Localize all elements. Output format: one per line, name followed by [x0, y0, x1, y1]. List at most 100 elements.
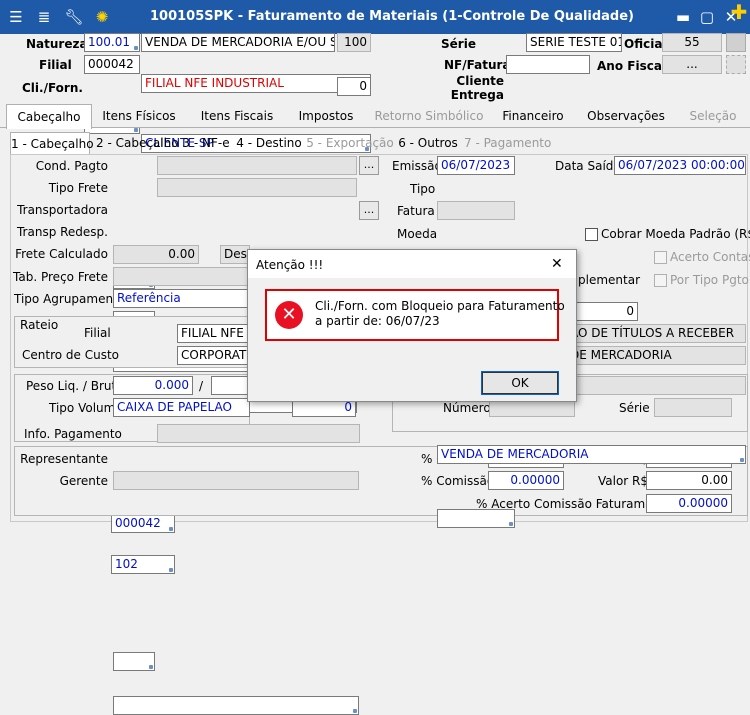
- tipo-agrupamento-field[interactable]: Referência: [113, 289, 250, 308]
- ok-button[interactable]: OK: [481, 371, 559, 395]
- data-saida-label: Data Saída: [555, 159, 621, 173]
- natureza-code-field[interactable]: 100.01: [84, 33, 140, 52]
- message-box: ✕ Cli./Forn. com Bloqueio para Faturamen…: [265, 289, 565, 341]
- por-tipo-pgto-label: Por Tipo Pgto: [670, 273, 749, 287]
- menu-icon[interactable]: ☰: [6, 7, 26, 27]
- traffic-light-icon[interactable]: ≣: [34, 7, 54, 27]
- serie-desc-field: SERIE TESTE 01.1: [526, 33, 622, 52]
- filial-code-field[interactable]: 000042: [84, 55, 140, 74]
- tab-retorno-simbolico: Retorno Simbólico: [374, 109, 484, 123]
- frete-dest-field: Desti: [220, 245, 250, 264]
- serie2-field: [654, 398, 732, 417]
- acerto-comissao-field[interactable]: 0.00000: [646, 494, 732, 513]
- tab-financeiro[interactable]: Financeiro: [494, 104, 572, 128]
- gerente-field: [113, 471, 359, 490]
- oficial-button[interactable]: [726, 33, 746, 52]
- restore-icon[interactable]: ▢: [697, 7, 717, 27]
- dialog-message-line1: Cli./Forn. com Bloqueio para Faturamento: [315, 299, 565, 313]
- valor-label-2: Valor R$: [598, 474, 649, 488]
- complementar-label: plementar: [578, 273, 641, 287]
- tab-itens-fisicos[interactable]: Itens Físicos: [96, 104, 182, 128]
- cliforn-label: Cli./Forn.: [22, 81, 83, 95]
- subtab-3-nfe[interactable]: 3 - NF-e: [180, 132, 232, 154]
- frete-calculado-field: 0.00: [113, 245, 199, 264]
- cliforn-num-field: 0: [337, 77, 371, 96]
- tipo-agrupamento-label: Tipo Agrupamento: [14, 292, 126, 306]
- tipo-frete-label: Tipo Frete: [48, 181, 108, 195]
- emissao-label: Emissão: [392, 159, 442, 173]
- oficial-label: Oficial: [624, 37, 667, 51]
- centro-custo-code-field[interactable]: 102: [111, 555, 175, 574]
- subtab-1-cabecalho[interactable]: 1 - Cabeçalho: [10, 132, 94, 155]
- rateio-filial-desc-field: FILIAL NFE IN: [177, 324, 249, 343]
- transportadora-ellipsis-button[interactable]: ...: [359, 201, 379, 220]
- clienteentrega-label-line1: Cliente: [456, 74, 504, 88]
- clienteentrega-label-line2: Entrega: [450, 88, 504, 102]
- transportadora-label: Transportadora: [17, 203, 108, 217]
- valor-field-2[interactable]: 0.00: [646, 471, 732, 490]
- dialog-message-line2: a partir de: 06/07/23: [315, 314, 440, 328]
- moeda-field[interactable]: [437, 509, 515, 528]
- info-pagamento-field[interactable]: [113, 652, 155, 671]
- tab-preco-frete-label: Tab. Preço Frete: [13, 270, 108, 284]
- emissao-field[interactable]: 06/07/2023: [437, 156, 515, 175]
- cond-pagto-ellipsis-button[interactable]: ...: [359, 156, 379, 175]
- peso-separator: /: [199, 379, 204, 393]
- por-tipo-pgto-checkbox: [654, 274, 667, 287]
- subtab-2-cabecalho[interactable]: 2 - Cabeçalho: [96, 132, 179, 154]
- tab-selecao: Seleção: [689, 109, 737, 123]
- rateio-label: Rateio: [20, 318, 59, 332]
- tipo-field[interactable]: VENDA DE MERCADORIA: [437, 445, 746, 464]
- anofiscal-label: Ano Fiscal: [597, 59, 667, 73]
- fatura-label: Fatura: [397, 204, 435, 218]
- tab-preco-frete-field: [113, 267, 250, 286]
- natureza-num-field: 100: [337, 33, 371, 52]
- wrench-icon[interactable]: 🔧︎: [64, 7, 84, 27]
- cobrar-moeda-checkbox[interactable]: [585, 228, 598, 241]
- tab-cabecalho[interactable]: Cabeçalho: [6, 104, 92, 129]
- comissao-label-2: % Comissão: [421, 474, 495, 488]
- gerente-label: Gerente: [59, 474, 108, 488]
- natureza-label: Natureza: [26, 37, 88, 51]
- anofiscal-field: ...: [662, 55, 722, 74]
- error-icon: ✕: [275, 301, 303, 329]
- peso-liquido-field[interactable]: 0.000: [113, 376, 193, 395]
- subtab-4-destino[interactable]: 4 - Destino: [236, 132, 302, 154]
- serie2-label: Série: [619, 401, 650, 415]
- subtab-6-outros[interactable]: 6 - Outros: [396, 132, 460, 154]
- moeda-label: Moeda: [397, 227, 438, 241]
- plus-icon[interactable]: ✚: [729, 2, 749, 22]
- right-zero-field[interactable]: 0: [574, 302, 638, 321]
- natureza-desc-field: VENDA DE MERCADORIA E/OU SERVI: [141, 33, 335, 52]
- dialog-close-icon[interactable]: ✕: [551, 255, 563, 273]
- cond-pagto-desc: [157, 156, 357, 175]
- tipo-volume-field[interactable]: CAIXA DE PAPELAO: [113, 398, 250, 417]
- minimize-icon[interactable]: ▬: [673, 7, 693, 27]
- titulos-receber-field: ÃO DE TÍTULOS A RECEBER: [566, 324, 746, 343]
- anofiscal-button[interactable]: [726, 55, 746, 74]
- attention-dialog: Atenção !!! ✕ ✕ Cli./Forn. com Bloqueio …: [247, 249, 577, 402]
- clienteentrega-label: Cliente Entrega: [440, 74, 504, 102]
- subtab-5-exportacao: 5 - Exportação: [306, 136, 394, 150]
- window-title: 100105SPK - Faturamento de Materiais (1-…: [150, 9, 634, 24]
- tipo-frete-desc: [157, 178, 357, 197]
- rateio-filial-code-field[interactable]: 000042: [111, 514, 175, 533]
- representante-label: Representante: [20, 452, 108, 466]
- nffatura-field[interactable]: [506, 55, 590, 74]
- serie-label: Série: [441, 37, 476, 51]
- oficial-field: 55: [662, 33, 722, 52]
- representante-field[interactable]: [113, 696, 359, 715]
- data-saida-field[interactable]: 06/07/2023 00:00:00: [614, 156, 746, 175]
- centro-custo-label: Centro de Custo: [22, 348, 119, 362]
- acerto-contas-checkbox: [654, 251, 667, 264]
- tab-itens-fiscais[interactable]: Itens Fiscais: [192, 104, 282, 128]
- tab-observacoes[interactable]: Observações: [580, 104, 672, 128]
- comissao-field-2[interactable]: 0.00000: [488, 471, 564, 490]
- tipo-label: Tipo: [410, 182, 436, 196]
- light-bulb-icon[interactable]: ✺: [92, 7, 112, 27]
- fatura-field: [437, 201, 515, 220]
- tab-impostos[interactable]: Impostos: [288, 104, 364, 128]
- peso-label: Peso Liq. / Bruto: [26, 379, 124, 393]
- peso-bruto-field[interactable]: [211, 376, 250, 395]
- info-pagamento-label: Info. Pagamento: [24, 427, 122, 441]
